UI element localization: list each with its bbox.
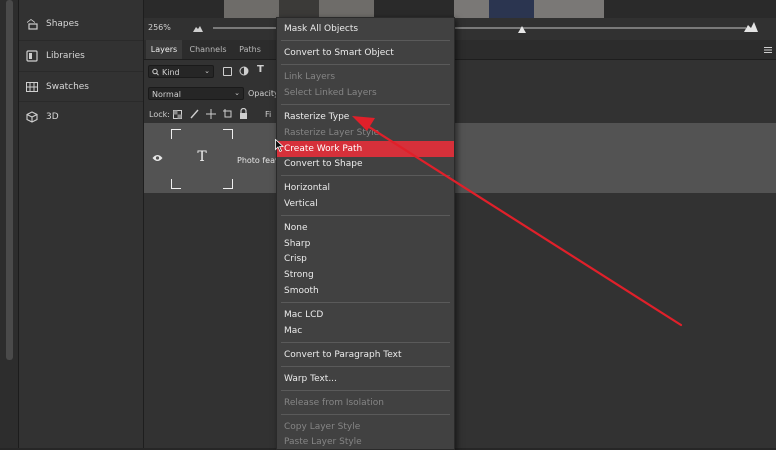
- menu-divider: [281, 342, 450, 343]
- lock-position-icon[interactable]: [206, 109, 216, 122]
- thumb-corner: [223, 129, 233, 139]
- menu-divider: [281, 40, 450, 41]
- layer-filter-row: Kind ⌄ T: [144, 63, 776, 81]
- zoom-slider-thumb[interactable]: [518, 26, 526, 33]
- menu-divider: [281, 64, 450, 65]
- tab-paths[interactable]: Paths: [234, 40, 266, 59]
- 3d-cube-icon: [26, 111, 38, 123]
- zoom-level: 256%: [148, 23, 171, 32]
- type-filter-icon[interactable]: T: [257, 64, 264, 75]
- dock-item-swatches[interactable]: Swatches: [19, 71, 143, 102]
- dock-item-libraries[interactable]: Libraries: [19, 40, 143, 71]
- chevron-down-icon: ⌄: [204, 67, 210, 75]
- tab-channels[interactable]: Channels: [186, 40, 230, 59]
- lock-artboard-icon[interactable]: [223, 109, 233, 122]
- menu-item-convert-to-smart-object[interactable]: Convert to Smart Object: [277, 45, 454, 61]
- mouse-cursor-icon: [275, 138, 285, 155]
- layer-name[interactable]: Photo feav: [237, 156, 280, 165]
- menu-item-sharp[interactable]: Sharp: [277, 236, 454, 252]
- menu-divider: [281, 215, 450, 216]
- left-scrollbar[interactable]: [6, 0, 13, 360]
- dock-item-label: Libraries: [46, 51, 85, 61]
- menu-divider: [281, 390, 450, 391]
- chevron-down-icon: ⌄: [234, 89, 240, 97]
- opacity-label: Opacity: [248, 89, 279, 98]
- video-frame-detail: [489, 0, 534, 18]
- search-icon: [152, 66, 159, 83]
- navigator-zoom-bar: 256%: [144, 18, 776, 41]
- dock-item-label: Swatches: [46, 82, 89, 92]
- menu-item-none[interactable]: None: [277, 220, 454, 236]
- adjustment-filter-icon[interactable]: [239, 66, 249, 79]
- video-frame-detail: [279, 0, 319, 18]
- blend-mode-value: Normal: [152, 90, 181, 99]
- panel-dock: Shapes Libraries Swatches 3D: [19, 0, 144, 448]
- thumb-corner: [171, 179, 181, 189]
- menu-item-link-layers: Link Layers: [284, 72, 336, 82]
- tab-layers[interactable]: Layers: [146, 40, 182, 59]
- menu-item-create-work-path[interactable]: Create Work Path: [277, 141, 454, 157]
- dock-item-shapes[interactable]: Shapes: [19, 9, 143, 39]
- dock-item-3d[interactable]: 3D: [19, 101, 143, 132]
- shapes-icon: [26, 18, 38, 30]
- swatches-icon: [26, 81, 38, 93]
- libraries-icon: [26, 50, 38, 62]
- blend-mode-select[interactable]: Normal ⌄: [148, 87, 244, 100]
- layers-panel: Layers Channels Paths Kind ⌄ T Normal ⌄ …: [144, 40, 776, 448]
- menu-item-mask-all-objects[interactable]: Mask All Objects: [277, 21, 454, 37]
- menu-item-smooth[interactable]: Smooth: [277, 283, 454, 299]
- menu-item-warp-text[interactable]: Warp Text...: [277, 371, 454, 387]
- pixel-filter-icon[interactable]: [223, 67, 232, 76]
- menu-item-rasterize-layer-style: Rasterize Layer Style: [284, 128, 380, 138]
- filter-kind-value: Kind: [162, 68, 180, 77]
- fill-label: Fi: [265, 110, 272, 119]
- lock-transparent-icon[interactable]: [173, 110, 182, 122]
- thumb-corner: [223, 179, 233, 189]
- dock-item-label: 3D: [46, 112, 59, 122]
- menu-item-mac-lcd[interactable]: Mac LCD: [277, 307, 454, 323]
- menu-divider: [281, 414, 450, 415]
- lock-pixels-icon[interactable]: [190, 109, 199, 122]
- menu-item-mac[interactable]: Mac: [277, 323, 454, 339]
- menu-item-strong[interactable]: Strong: [277, 267, 454, 283]
- menu-divider: [281, 104, 450, 105]
- panel-menu-icon[interactable]: [764, 46, 772, 56]
- layer-context-menu: Mask All Objects Convert to Smart Object…: [276, 17, 455, 450]
- menu-item-convert-to-paragraph-text[interactable]: Convert to Paragraph Text: [277, 347, 454, 363]
- panel-tabs: Layers Channels Paths: [144, 40, 776, 60]
- filter-kind-select[interactable]: Kind ⌄: [148, 65, 214, 78]
- lock-all-icon[interactable]: [239, 107, 248, 122]
- video-canvas-strip: [144, 0, 776, 18]
- menu-item-rasterize-type[interactable]: Rasterize Type: [277, 109, 454, 125]
- menu-item-release-from-isolation: Release from Isolation: [284, 398, 384, 408]
- layer-row[interactable]: T Photo feav: [144, 123, 776, 193]
- menu-item-crisp[interactable]: Crisp: [277, 251, 454, 267]
- menu-divider: [281, 175, 450, 176]
- menu-item-convert-to-shape[interactable]: Convert to Shape: [277, 156, 454, 172]
- thumb-corner: [171, 129, 181, 139]
- layer-thumbnail[interactable]: T: [170, 128, 234, 190]
- zoom-out-icon[interactable]: [193, 25, 203, 35]
- type-layer-glyph: T: [197, 149, 207, 165]
- dock-item-label: Shapes: [46, 19, 79, 29]
- lock-label: Lock:: [149, 110, 170, 119]
- eye-icon[interactable]: [152, 154, 163, 165]
- menu-item-select-linked-layers: Select Linked Layers: [284, 88, 377, 98]
- menu-item-horizontal[interactable]: Horizontal: [277, 180, 454, 196]
- menu-divider: [281, 366, 450, 367]
- menu-divider: [281, 302, 450, 303]
- menu-item-copy-layer-style: Copy Layer Style: [284, 422, 361, 432]
- menu-item-vertical[interactable]: Vertical: [277, 196, 454, 212]
- zoom-in-icon[interactable]: [744, 22, 758, 35]
